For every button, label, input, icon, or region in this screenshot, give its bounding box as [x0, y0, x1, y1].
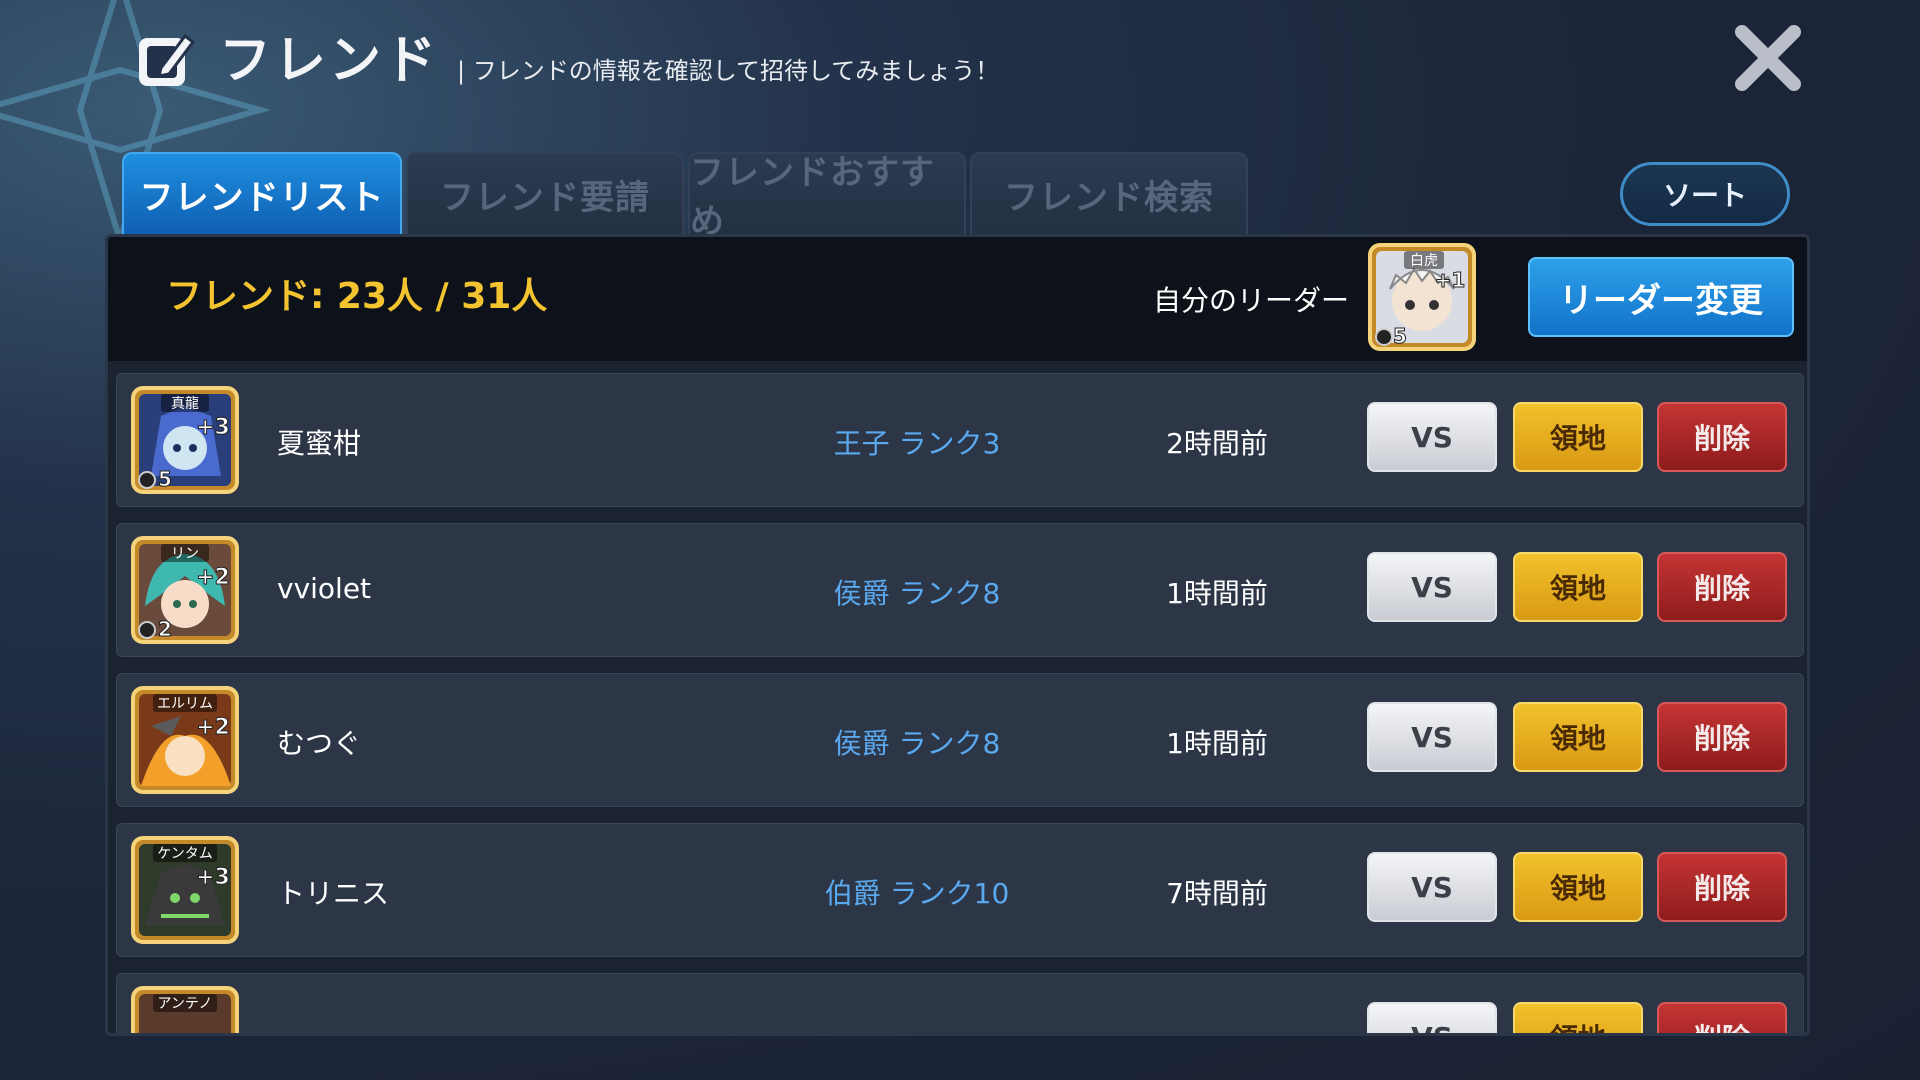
friend-avatar-plus: +2: [196, 565, 230, 590]
friend-row: エルリム +2 むつぐ 侯爵 ランク8 1時間前 VS 領地 削除: [116, 673, 1804, 807]
friend-avatar-plus: +3: [196, 865, 230, 890]
friend-avatar[interactable]: エルリム +2: [131, 686, 239, 794]
friend-avatar-plus: +3: [196, 415, 230, 440]
leader-avatar[interactable]: 白虎 +1 5: [1368, 243, 1476, 351]
vs-button[interactable]: VS: [1367, 852, 1497, 922]
delete-button[interactable]: 削除: [1657, 552, 1787, 622]
vs-button[interactable]: VS: [1367, 402, 1497, 472]
vs-button[interactable]: VS: [1367, 702, 1497, 772]
friend-last-login: 7時間前: [1166, 877, 1268, 910]
vs-button[interactable]: VS: [1367, 1002, 1497, 1033]
friend-avatar-name: 真龍: [171, 395, 199, 412]
delete-button[interactable]: 削除: [1657, 702, 1787, 772]
friend-avatar[interactable]: ケンタム +3: [131, 836, 239, 944]
page-title: フレンド: [219, 31, 440, 91]
friend-rank: 伯爵 ランク10: [824, 877, 1010, 910]
friend-rank: 王子 ランク3: [833, 427, 1001, 460]
friend-rank: 侯爵 ランク8: [833, 727, 1001, 760]
territory-button[interactable]: 領地: [1513, 402, 1643, 472]
friend-avatar[interactable]: リン +2 2: [131, 536, 239, 644]
friend-name: トリニス: [277, 877, 390, 910]
friend-name: 夏蜜柑: [277, 427, 362, 460]
leader-avatar-plus: +1: [1435, 268, 1466, 292]
friend-row: ケンタム +3 トリニス 伯爵 ランク10 7時間前 VS 領地 削除: [116, 823, 1804, 957]
leader-avatar-name: 白虎: [1410, 253, 1438, 269]
friend-avatar-level: 5: [158, 467, 172, 491]
friend-avatar-level: 2: [158, 617, 172, 641]
friend-avatar-name: リン: [171, 546, 199, 562]
friend-avatar-plus: +2: [196, 715, 230, 740]
vs-button[interactable]: VS: [1367, 552, 1497, 622]
tab-friend-requests[interactable]: フレンド要請: [406, 152, 684, 234]
delete-button[interactable]: 削除: [1657, 1002, 1787, 1033]
friend-panel: フレンド: 23人 / 31人 自分のリーダー 白虎 +1 5 リーダー変更 真…: [105, 234, 1810, 1036]
leader-change-button[interactable]: リーダー変更: [1528, 257, 1794, 337]
friend-avatar[interactable]: アンテノ: [131, 986, 239, 1036]
friend-row: アンテノ VS 領地 削除: [116, 973, 1804, 1036]
tab-bar: フレンドリスト フレンド要請 フレンドおすすめ フレンド検索: [122, 152, 1248, 242]
friend-last-login: 2時間前: [1166, 427, 1268, 460]
friend-avatar-name: ケンタム: [157, 846, 213, 862]
friend-name: むつぐ: [277, 727, 362, 760]
page-subtitle-text: フレンドの情報を確認して招待してみましょう！: [472, 57, 1000, 85]
sort-button[interactable]: ソート: [1620, 162, 1790, 226]
delete-button[interactable]: 削除: [1657, 402, 1787, 472]
tab-friend-recommendations[interactable]: フレンドおすすめ: [688, 152, 966, 242]
page-header: フレンド | フレンドの情報を確認して招待してみましょう！: [135, 22, 999, 92]
edit-icon: [139, 33, 196, 86]
close-icon[interactable]: [1732, 22, 1804, 94]
leader-avatar-level: 5: [1393, 324, 1407, 348]
friend-avatar-name: エルリム: [157, 696, 213, 712]
friend-avatar-name: アンテノ: [157, 996, 212, 1012]
friend-count: フレンド: 23人 / 31人: [166, 276, 548, 317]
territory-button[interactable]: 領地: [1513, 852, 1643, 922]
territory-button[interactable]: 領地: [1513, 1002, 1643, 1033]
info-bar: フレンド: 23人 / 31人 自分のリーダー 白虎 +1 5 リーダー変更: [108, 237, 1807, 361]
friend-last-login: 1時間前: [1166, 727, 1268, 760]
friend-row: 真龍 +3 5 夏蜜柑 王子 ランク3 2時間前 VS 領地 削除: [116, 373, 1804, 507]
territory-button[interactable]: 領地: [1513, 702, 1643, 772]
friend-last-login: 1時間前: [1166, 577, 1268, 610]
friend-name: vviolet: [277, 572, 372, 605]
leader-label: 自分のリーダー: [1153, 284, 1350, 317]
territory-button[interactable]: 領地: [1513, 552, 1643, 622]
tab-friend-search[interactable]: フレンド検索: [970, 152, 1248, 234]
friend-row: リン +2 2 vviolet 侯爵 ランク8 1時間前 VS 領地 削除: [116, 523, 1804, 657]
friend-avatar[interactable]: 真龍 +3 5: [131, 386, 239, 494]
friend-list: 真龍 +3 5 夏蜜柑 王子 ランク3 2時間前 VS 領地 削除 リン +2: [116, 373, 1804, 1036]
tab-friend-list[interactable]: フレンドリスト: [122, 152, 402, 234]
friend-rank: 侯爵 ランク8: [833, 577, 1001, 610]
page-subtitle: | フレンドの情報を確認して招待してみましょう！: [457, 57, 1000, 85]
delete-button[interactable]: 削除: [1657, 852, 1787, 922]
